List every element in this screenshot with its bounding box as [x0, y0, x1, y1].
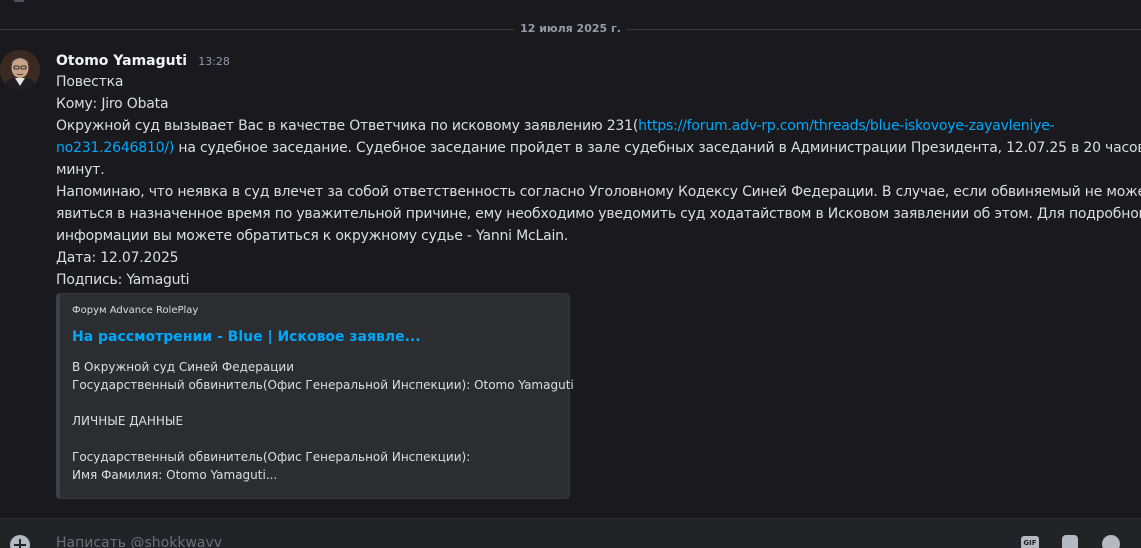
message-line: Повестка	[56, 74, 124, 90]
message-line: Дата: 12.07.2025	[56, 250, 179, 266]
forum-link[interactable]: no231.2646810/)	[56, 140, 174, 156]
message-body: Повестка Кому: Jiro Obata Окружной суд в…	[56, 71, 1141, 291]
date-divider-label: 12 июля 2025 г.	[514, 21, 627, 37]
message: Otomo Yamaguti 13:28 Повестка Кому: Jiro…	[56, 49, 1141, 291]
embed-line: В Окружной суд Синей Федерации	[72, 360, 295, 374]
forum-link[interactable]: https://forum.adv-rp.com/threads/blue-is…	[638, 118, 1055, 134]
embed-line: ЛИЧНЫЕ ДАННЫЕ	[72, 414, 184, 428]
chat-view: 12 июля 2025 г. Otomo Yamaguti 13:28 Пов…	[0, 0, 1141, 548]
embed-provider: Форум Advance RolePlay	[72, 305, 199, 316]
embed-line: Государственный обвинитель(Офис Генераль…	[72, 378, 574, 392]
message-line: явиться в назначенное время по уважитель…	[56, 206, 1141, 222]
link-embed: Форум Advance RolePlay На рассмотрении -…	[56, 293, 574, 499]
avatar-portrait-icon	[0, 50, 40, 90]
message-timestamp[interactable]: 13:28	[198, 55, 230, 68]
message-input[interactable]: Написать @shokkwavv	[56, 535, 222, 548]
embed-line: Имя Фамилия: Otomo Yamaguti...	[72, 468, 278, 482]
message-header: Otomo Yamaguti 13:28	[56, 49, 1134, 71]
message-line: информации вы можете обратиться к окружн…	[56, 228, 569, 244]
embed-line	[72, 394, 574, 412]
message-line: Напоминаю, что неявка в суд влечет за со…	[56, 184, 1141, 200]
message-line: Подпись: Yamaguti	[56, 272, 190, 288]
author-name[interactable]: Otomo Yamaguti	[56, 53, 187, 69]
gif-icon[interactable]: GIF	[1021, 536, 1039, 548]
embed-title-link[interactable]: На рассмотрении - Blue | Исковое заявле.…	[72, 329, 421, 345]
message-text: Окружной суд вызывает Вас в качестве Отв…	[56, 118, 639, 134]
message-composer: Написать @shokkwavv GIF	[0, 518, 1141, 548]
sticker-icon[interactable]	[1062, 535, 1078, 548]
message-line: минут.	[56, 162, 105, 178]
avatar[interactable]	[0, 50, 40, 90]
plus-icon[interactable]	[10, 535, 30, 548]
embed-line	[72, 430, 574, 448]
date-divider: 12 июля 2025 г.	[0, 20, 1141, 38]
embed-line: Государственный обвинитель(Офис Генераль…	[72, 450, 471, 464]
message-text: на судебное заседание. Судебное заседани…	[174, 140, 1141, 156]
message-line: no231.2646810/) на судебное заседание. С…	[56, 137, 1141, 159]
message-line: Кому: Jiro Obata	[56, 96, 169, 112]
message-line: Окружной суд вызывает Вас в качестве Отв…	[56, 115, 1134, 137]
reply-spine-icon	[14, 0, 24, 2]
emoji-icon[interactable]	[1102, 535, 1120, 548]
embed-description: В Окружной суд Синей Федерации Государст…	[72, 358, 574, 484]
